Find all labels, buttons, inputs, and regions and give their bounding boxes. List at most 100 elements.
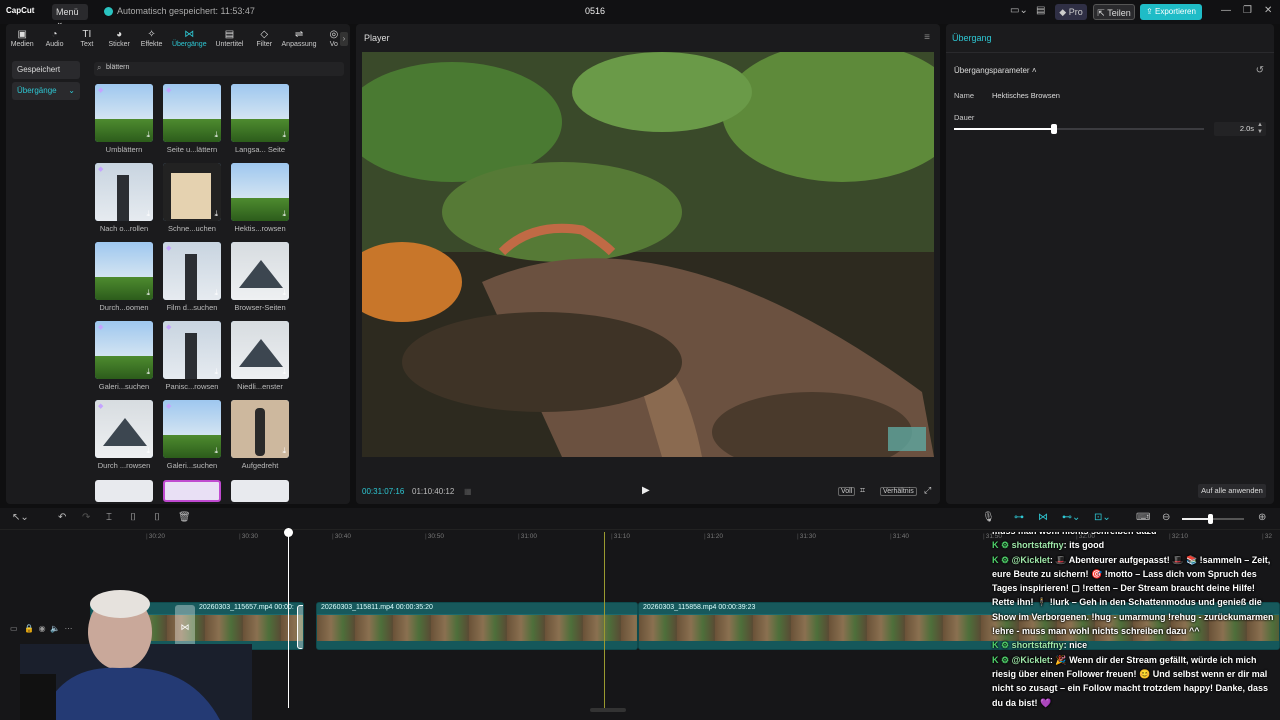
- webcam-image: [20, 590, 252, 720]
- menu-icon[interactable]: ≡: [924, 32, 930, 43]
- share-label: Teilen: [1107, 8, 1131, 18]
- transition-thumbnail[interactable]: [95, 480, 153, 502]
- download-icon[interactable]: ⤓: [146, 446, 150, 456]
- split-icon[interactable]: ⌶: [106, 512, 112, 523]
- download-icon[interactable]: ⤓: [282, 446, 286, 456]
- download-icon[interactable]: ⤓: [214, 367, 218, 377]
- reset-icon[interactable]: ↺: [1256, 65, 1264, 76]
- aspect-ratio-button[interactable]: Verhältnis: [880, 487, 917, 496]
- transition-thumbnail[interactable]: ⤓ ◆: [95, 163, 153, 221]
- magnet-icon[interactable]: ⋈: [1038, 512, 1048, 523]
- link-icon[interactable]: ⊶: [1014, 512, 1024, 523]
- redo-icon[interactable]: ↷: [82, 512, 90, 523]
- maximize-icon[interactable]: ❐: [1243, 5, 1252, 16]
- transition-marker-selected[interactable]: ⋈: [297, 605, 303, 649]
- snapshot-icon[interactable]: ⌗: [860, 485, 865, 496]
- project-title[interactable]: 0516: [580, 6, 610, 16]
- duration-input[interactable]: 2.0s ▲ ▼: [1214, 122, 1266, 136]
- fullscreen-icon[interactable]: ⤢: [924, 485, 931, 496]
- export-button[interactable]: ⇪ Exportieren: [1140, 4, 1202, 20]
- transition-thumbnail[interactable]: ⤓: [163, 163, 221, 221]
- download-icon[interactable]: ⤓: [214, 209, 218, 219]
- download-icon[interactable]: ⤓: [146, 209, 150, 219]
- spinner-icon[interactable]: ▲ ▼: [1257, 122, 1263, 136]
- captions-icon[interactable]: ⌨: [1136, 512, 1150, 523]
- transition-thumbnail[interactable]: ⤓ ◆: [163, 321, 221, 379]
- zoom-out-icon[interactable]: ⊖: [1162, 512, 1170, 523]
- zoom-slider[interactable]: [1182, 514, 1244, 524]
- download-icon[interactable]: ⤓: [282, 367, 286, 377]
- chevron-right-icon[interactable]: ›: [340, 32, 348, 46]
- download-icon[interactable]: ⤓: [214, 446, 218, 456]
- tab-subtitles[interactable]: ▤ Untertitel: [211, 28, 248, 54]
- transition-thumbnail[interactable]: ⤓ ◆: [163, 400, 221, 458]
- menu-button[interactable]: Menü ⌄: [52, 4, 88, 27]
- layout-icon[interactable]: ▭⌄: [1010, 5, 1028, 16]
- tab-audio[interactable]: ◔ Audio: [38, 28, 70, 54]
- download-icon[interactable]: ⤓: [214, 288, 218, 298]
- cover-icon[interactable]: ▭: [10, 624, 18, 633]
- transition-thumbnail[interactable]: ⤓ ◆: [95, 400, 153, 458]
- apply-all-button[interactable]: Auf alle anwenden: [1198, 484, 1266, 498]
- playhead[interactable]: [284, 528, 293, 708]
- video-preview[interactable]: [362, 52, 934, 457]
- search-input[interactable]: ⌕ blättern: [94, 62, 344, 76]
- transition-thumbnail[interactable]: ⤓ ◆: [163, 242, 221, 300]
- share-button[interactable]: ⇱ Teilen: [1093, 4, 1135, 20]
- download-icon[interactable]: ⤓: [282, 209, 286, 219]
- tab-sticker[interactable]: ◕ Sticker: [103, 28, 135, 54]
- download-icon[interactable]: ⤓: [146, 130, 150, 140]
- preview-axis-icon[interactable]: ⊡⌄: [1094, 512, 1111, 523]
- duration-slider[interactable]: [954, 124, 1204, 134]
- full-quality-button[interactable]: Voll: [838, 487, 856, 496]
- split-left-icon[interactable]: ⌷: [130, 512, 136, 523]
- transition-thumbnail[interactable]: ⤓ ◆: [95, 321, 153, 379]
- transition-thumbnail[interactable]: [163, 480, 221, 502]
- transition-thumbnail[interactable]: [231, 480, 289, 502]
- shortcuts-icon[interactable]: ▤: [1036, 5, 1045, 16]
- pro-button[interactable]: ◆ Pro: [1055, 4, 1087, 20]
- zoom-thumb[interactable]: [1208, 514, 1213, 524]
- transition-thumbnail[interactable]: ⤓: [231, 242, 289, 300]
- tab-transitions[interactable]: ⋈ Übergänge: [168, 28, 211, 54]
- download-icon[interactable]: ⤓: [282, 288, 286, 298]
- horizontal-scrollbar[interactable]: [590, 708, 626, 712]
- transitions-icon: ⋈: [184, 29, 195, 40]
- zoom-in-icon[interactable]: ⊕: [1258, 512, 1266, 523]
- tab-effects[interactable]: ✧ Effekte: [135, 28, 167, 54]
- close-icon[interactable]: ✕: [1264, 5, 1272, 16]
- thumbnail-grass: [231, 118, 289, 142]
- category-transitions[interactable]: Übergänge ⌄: [12, 82, 80, 100]
- minimize-icon[interactable]: —: [1221, 5, 1231, 16]
- grid-view-icon[interactable]: ▦: [464, 487, 472, 496]
- transition-thumbnail[interactable]: ⤓ ◆: [163, 84, 221, 142]
- tab-filter[interactable]: ◇ Filter: [248, 28, 280, 54]
- transition-label: Hektis...rowsen: [234, 224, 286, 233]
- transition-thumbnail[interactable]: ⤓: [231, 84, 289, 142]
- transition-thumbnail[interactable]: ⤓: [231, 163, 289, 221]
- transition-label: Durch ...rowsen: [97, 461, 151, 470]
- download-icon[interactable]: ⤓: [282, 130, 286, 140]
- transition-thumbnail[interactable]: ⤓: [95, 242, 153, 300]
- play-icon[interactable]: ▶: [642, 485, 650, 496]
- tab-label: Übergänge: [171, 41, 207, 48]
- undo-icon[interactable]: ↶: [58, 512, 66, 523]
- slider-thumb[interactable]: [1051, 124, 1057, 134]
- download-icon[interactable]: ⤓: [214, 130, 218, 140]
- download-icon[interactable]: ⤓: [146, 288, 150, 298]
- category-saved[interactable]: Gespeichert: [12, 61, 80, 79]
- tab-text[interactable]: TI Text: [71, 28, 103, 54]
- split-right-icon[interactable]: ⌷: [154, 512, 160, 523]
- select-tool-icon[interactable]: ↖⌄: [12, 512, 29, 523]
- transition-thumbnail[interactable]: ⤓ ◆: [95, 84, 153, 142]
- tab-adjust[interactable]: ⇌ Anpassung: [280, 28, 317, 54]
- microphone-icon[interactable]: 🎙: [982, 512, 995, 523]
- tab-media[interactable]: ▣ Medien: [6, 28, 38, 54]
- transition-thumbnail[interactable]: ⤓: [231, 400, 289, 458]
- download-icon[interactable]: ⤓: [146, 367, 150, 377]
- delete-icon[interactable]: 🗑: [178, 512, 191, 523]
- transition-thumbnail[interactable]: ⤓: [231, 321, 289, 379]
- snap-icon[interactable]: ⊷⌄: [1062, 512, 1080, 523]
- video-clip[interactable]: 20260303_115811.mp4 00:00:35:20: [316, 602, 638, 650]
- section-header[interactable]: Übergangsparameter ˄: [954, 66, 1037, 75]
